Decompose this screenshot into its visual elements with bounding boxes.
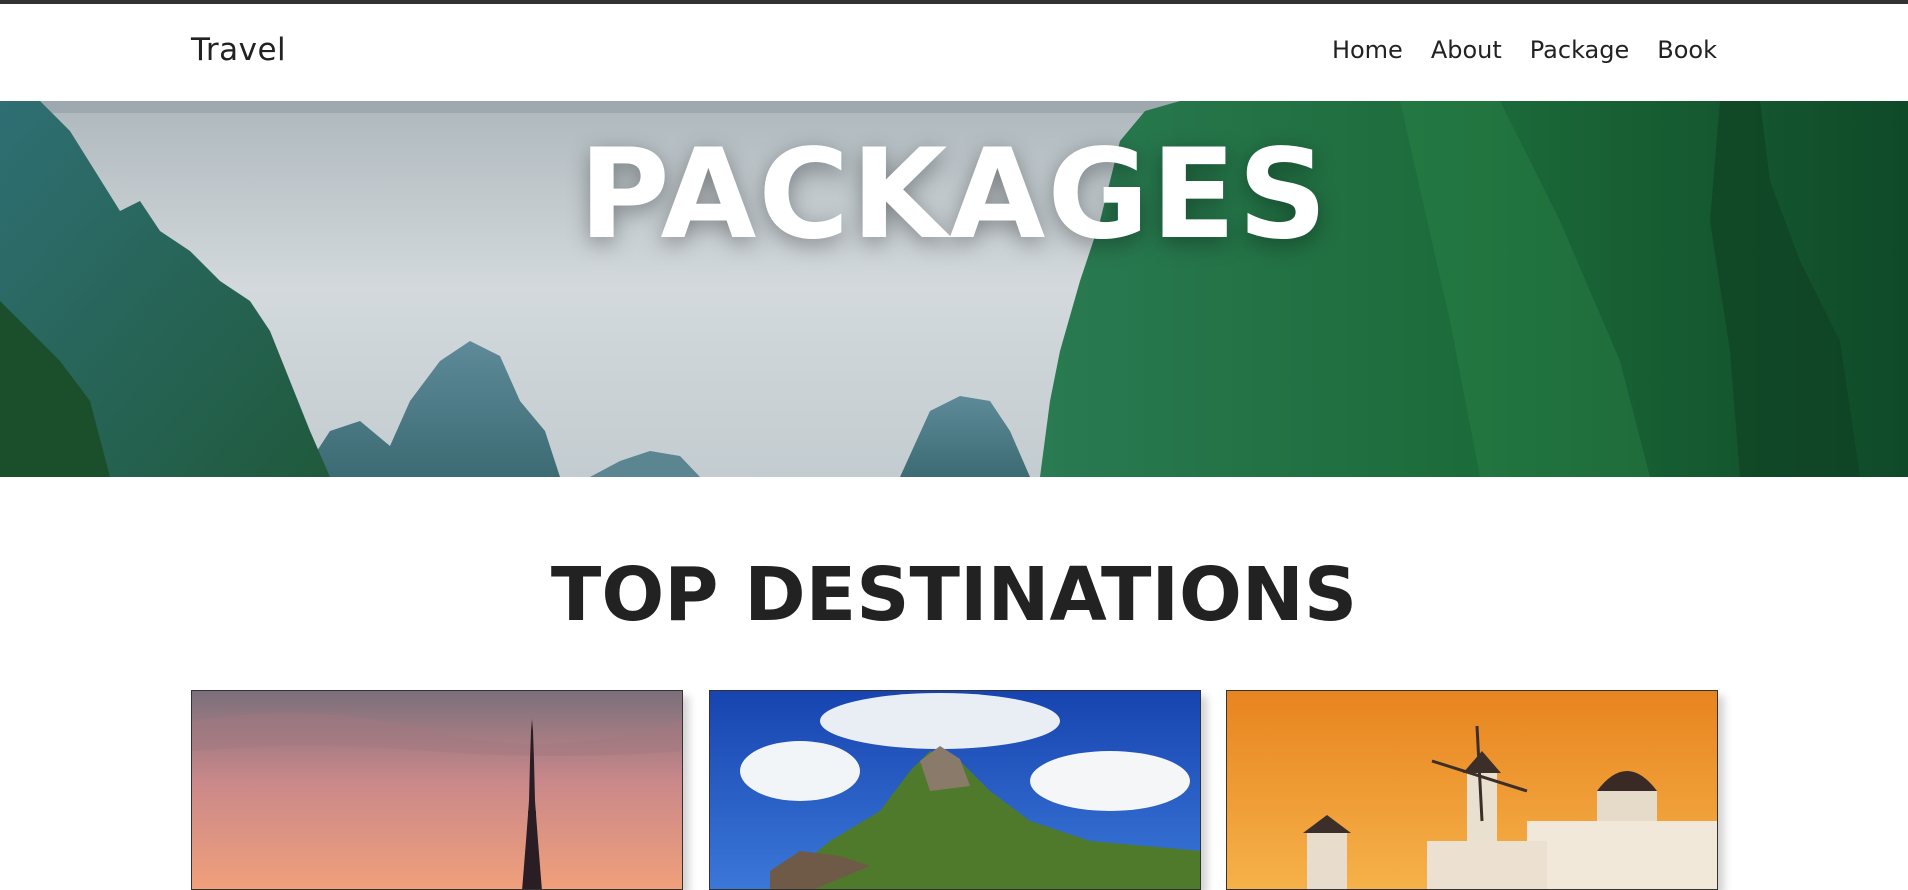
island-mountain-image <box>710 691 1200 889</box>
eiffel-tower-image <box>192 691 682 889</box>
nav-link-package[interactable]: Package <box>1530 36 1629 64</box>
hero-title: PACKAGES <box>578 123 1330 267</box>
santorini-windmill-image <box>1227 691 1717 889</box>
destination-card-paris[interactable] <box>191 690 683 890</box>
nav-link-home[interactable]: Home <box>1332 36 1403 64</box>
destination-card-bora-bora[interactable] <box>709 690 1201 890</box>
hero-banner: PACKAGES <box>0 101 1908 477</box>
nav-link-about[interactable]: About <box>1431 36 1502 64</box>
nav-link-book[interactable]: Book <box>1657 36 1717 64</box>
destination-card-santorini[interactable] <box>1226 690 1718 890</box>
brand-logo[interactable]: Travel <box>191 32 286 68</box>
destination-cards <box>191 690 1718 890</box>
navbar: Travel Home About Package Book <box>0 4 1908 101</box>
section-title: TOP DESTINATIONS <box>550 552 1358 638</box>
nav-links: Home About Package Book <box>1332 36 1717 64</box>
